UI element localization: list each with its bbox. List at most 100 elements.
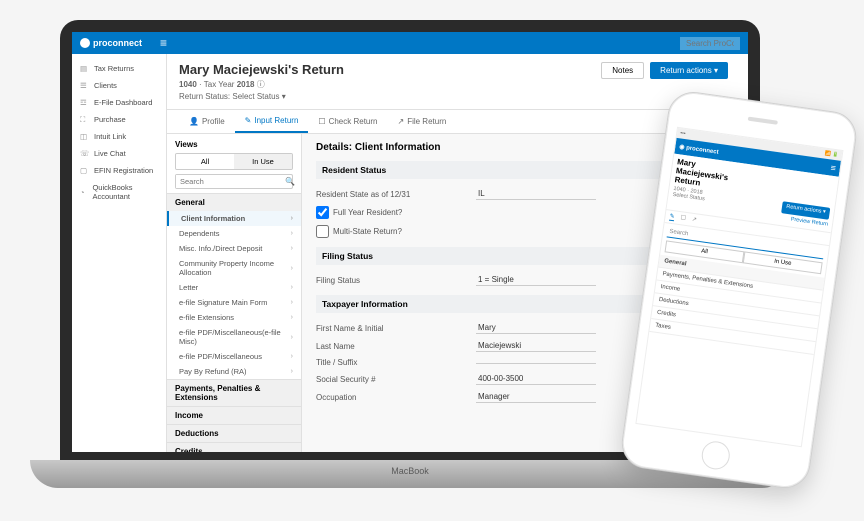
sidebar-item-quickbooks[interactable]: ◔QuickBooks Accountant bbox=[72, 179, 166, 205]
phone-menu-icon[interactable]: ≡ bbox=[830, 163, 837, 174]
chevron-right-icon: › bbox=[291, 265, 293, 272]
return-subtitle: 1040 · Tax Year 2018 ⓘ bbox=[179, 79, 736, 90]
tab-profile[interactable]: 👤Profile bbox=[179, 110, 235, 133]
tab-label: File Return bbox=[407, 117, 446, 126]
field-value[interactable]: IL bbox=[476, 188, 596, 200]
tree-item[interactable]: Pay By Refund (RA)› bbox=[167, 364, 301, 379]
field-label: Last Name bbox=[316, 342, 476, 351]
chevron-right-icon: › bbox=[291, 368, 293, 375]
views-search: 🔍 bbox=[175, 174, 293, 189]
sidebar-item-purchase[interactable]: ⛶ Purchase bbox=[72, 111, 166, 128]
users-icon: ☰ bbox=[80, 81, 89, 90]
phone-home-button[interactable] bbox=[700, 440, 732, 472]
phone-tab-input[interactable]: ✎ bbox=[669, 213, 675, 222]
chevron-right-icon: › bbox=[291, 230, 293, 237]
field-value[interactable]: Manager bbox=[476, 391, 596, 403]
field-label: Multi-State Return? bbox=[333, 227, 493, 236]
qb-icon: ◔ bbox=[80, 188, 87, 197]
field-label: Filing Status bbox=[316, 276, 476, 285]
field-label: Full Year Resident? bbox=[333, 208, 493, 217]
tree-item[interactable]: Letter› bbox=[167, 280, 301, 295]
brand-icon bbox=[80, 38, 90, 48]
chevron-right-icon: › bbox=[291, 215, 293, 222]
tree-item[interactable]: e-file Signature Main Form› bbox=[167, 295, 301, 310]
return-status[interactable]: Return Status: Select Status ▾ bbox=[179, 92, 736, 101]
tab-file-return[interactable]: ↗File Return bbox=[387, 110, 456, 133]
views-tree: General Client Information› Dependents› … bbox=[167, 193, 301, 452]
cart-icon: ⛶ bbox=[80, 115, 89, 124]
field-value[interactable]: 1 = Single bbox=[476, 274, 596, 286]
sidebar-item-efile-dashboard[interactable]: ☲ E-File Dashboard bbox=[72, 94, 166, 111]
sidebar-label: Clients bbox=[94, 81, 117, 90]
phone-tab-check[interactable]: ☐ bbox=[680, 215, 686, 224]
chevron-right-icon: › bbox=[291, 245, 293, 252]
send-icon: ↗ bbox=[397, 117, 404, 126]
sidebar-item-tax-returns[interactable]: ▤Tax Returns bbox=[72, 60, 166, 77]
notes-button[interactable]: Notes bbox=[601, 62, 644, 79]
views-search-input[interactable] bbox=[176, 175, 281, 188]
tree-section-general[interactable]: General bbox=[167, 193, 301, 211]
sidebar: ▤Tax Returns ☰Clients ☲E-File Dashboard … bbox=[72, 54, 167, 452]
tree-item[interactable]: Community Property Income Allocation› bbox=[167, 256, 301, 280]
global-search-input[interactable] bbox=[680, 37, 740, 50]
main-tabs: 👤Profile ✎Input Return ☐Check Return ↗Fi… bbox=[167, 110, 748, 134]
sidebar-label: EFIN Registration bbox=[94, 166, 153, 175]
topbar: proconnect ≡ bbox=[72, 32, 748, 54]
full-year-checkbox[interactable] bbox=[316, 206, 329, 219]
list-icon: ☲ bbox=[80, 98, 89, 107]
tab-label: Input Return bbox=[254, 116, 298, 125]
tree-section[interactable]: Payments, Penalties & Extensions bbox=[167, 379, 301, 406]
tree-section[interactable]: Credits bbox=[167, 442, 301, 452]
chevron-right-icon: › bbox=[291, 299, 293, 306]
return-actions-button[interactable]: Return actions ▾ bbox=[650, 62, 728, 79]
tree-item[interactable]: e-file Extensions› bbox=[167, 310, 301, 325]
toggle-inuse[interactable]: In Use bbox=[234, 154, 292, 169]
sidebar-label: Live Chat bbox=[94, 149, 126, 158]
page-header: Mary Maciejewski's Return 1040 · Tax Yea… bbox=[167, 54, 748, 110]
phone-brand: ◉ proconnect bbox=[679, 143, 719, 155]
field-value[interactable] bbox=[476, 361, 596, 364]
tab-check-return[interactable]: ☐Check Return bbox=[308, 110, 387, 133]
tree-item[interactable]: e-file PDF/Miscellaneous› bbox=[167, 349, 301, 364]
chevron-right-icon: › bbox=[291, 314, 293, 321]
sidebar-label: E-File Dashboard bbox=[94, 98, 152, 107]
search-icon[interactable]: 🔍 bbox=[281, 175, 299, 188]
tab-label: Check Return bbox=[329, 117, 378, 126]
sidebar-label: Intuit Link bbox=[94, 132, 126, 141]
views-heading: Views bbox=[167, 134, 301, 153]
tree-item[interactable]: Dependents› bbox=[167, 226, 301, 241]
chevron-right-icon: › bbox=[291, 334, 293, 341]
tab-label: Profile bbox=[202, 117, 225, 126]
tab-input-return[interactable]: ✎Input Return bbox=[235, 110, 309, 133]
field-value[interactable]: Maciejewski bbox=[476, 340, 596, 352]
views-toggle: All In Use bbox=[175, 153, 293, 170]
doc-icon: ▤ bbox=[80, 64, 89, 73]
id-icon: ▢ bbox=[80, 166, 89, 175]
field-label: First Name & Initial bbox=[316, 324, 476, 333]
chat-icon: ☏ bbox=[80, 149, 89, 158]
link-icon: ◫ bbox=[80, 132, 89, 141]
tree-item[interactable]: e-file PDF/Miscellaneous(e-file Misc)› bbox=[167, 325, 301, 349]
field-value[interactable]: Mary bbox=[476, 322, 596, 334]
sidebar-item-intuit-link[interactable]: ◫ Intuit Link bbox=[72, 128, 166, 145]
tree-item[interactable]: Misc. Info./Direct Deposit› bbox=[167, 241, 301, 256]
profile-icon: 👤 bbox=[189, 117, 199, 126]
hamburger-icon[interactable]: ≡ bbox=[160, 36, 167, 50]
field-label: Title / Suffix bbox=[316, 358, 476, 367]
tree-item-client-info[interactable]: Client Information› bbox=[167, 211, 301, 226]
sidebar-item-live-chat[interactable]: ☏ Live Chat bbox=[72, 145, 166, 162]
phone-tab-file[interactable]: ↗ bbox=[691, 216, 697, 225]
field-value[interactable]: 400-00-3500 bbox=[476, 373, 596, 385]
multi-state-checkbox[interactable] bbox=[316, 225, 329, 238]
sidebar-item-efin[interactable]: ▢ EFIN Registration bbox=[72, 162, 166, 179]
field-label: Occupation bbox=[316, 393, 476, 402]
brand: proconnect bbox=[80, 38, 142, 48]
sidebar-label: Purchase bbox=[94, 115, 126, 124]
brand-text: proconnect bbox=[93, 38, 142, 48]
sidebar-item-clients[interactable]: ☰ Clients bbox=[72, 77, 166, 94]
tree-section[interactable]: Income bbox=[167, 406, 301, 424]
toggle-all[interactable]: All bbox=[176, 154, 234, 169]
tree-section[interactable]: Deductions bbox=[167, 424, 301, 442]
chevron-right-icon: › bbox=[291, 353, 293, 360]
field-label: Resident State as of 12/31 bbox=[316, 190, 476, 199]
